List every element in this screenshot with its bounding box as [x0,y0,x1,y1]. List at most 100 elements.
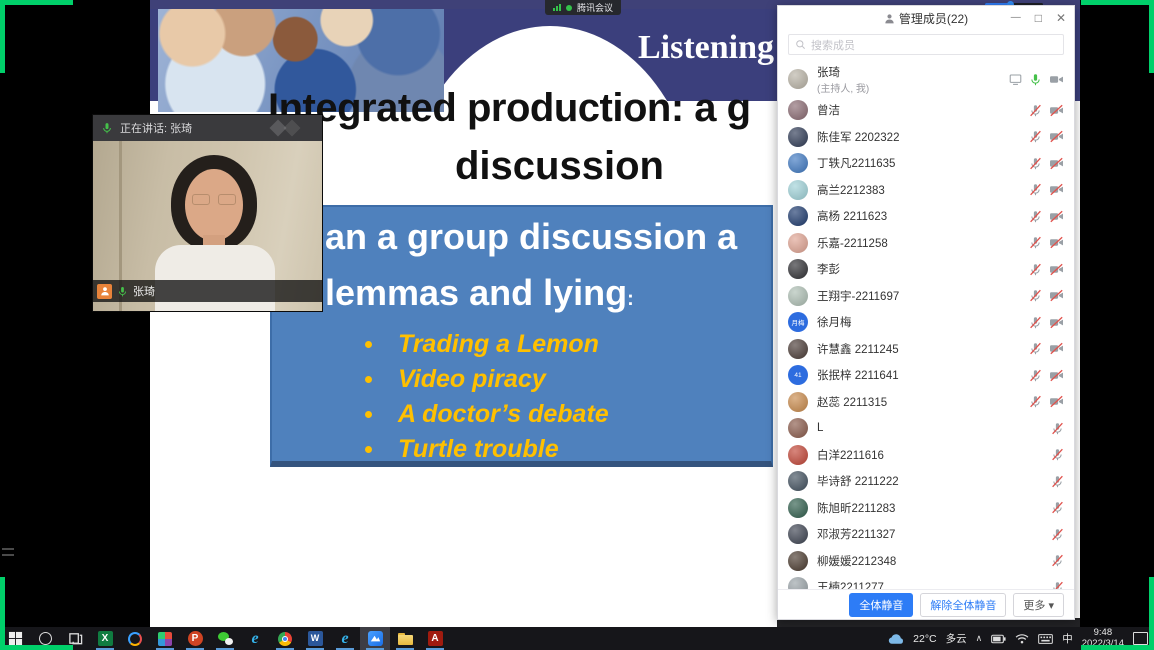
taskbar-word-icon[interactable]: W [300,627,330,650]
member-row[interactable]: 王翔宇-2211697 [778,283,1074,310]
mic-muted-icon[interactable] [1029,183,1042,196]
video-window-header[interactable]: 正在讲话: 张琦 [93,115,322,141]
unmute-all-button[interactable]: 解除全体静音 [920,593,1006,617]
mic-muted-icon[interactable] [1029,236,1042,249]
touch-keyboard-icon[interactable] [1038,634,1053,644]
member-name: 乐嘉-2211258 [817,235,1029,251]
bullet-dot [365,341,372,348]
member-row[interactable]: 曾洁 [778,97,1074,124]
member-name: L [817,422,1051,434]
avatar [788,524,808,544]
member-row[interactable]: 陈佳军 2202322 [778,124,1074,151]
camera-muted-icon[interactable] [1049,316,1064,329]
battery-icon[interactable] [991,634,1006,644]
member-row[interactable]: 邓淑芳2211327 [778,521,1074,548]
member-row[interactable]: 毕诗舒 2211222 [778,468,1074,495]
mic-muted-icon[interactable] [1029,104,1042,117]
panel-titlebar[interactable]: 管理成员(22) — □ ✕ [778,6,1074,30]
wifi-icon[interactable] [1015,633,1029,644]
camera-on-icon[interactable] [1049,73,1064,86]
bullet-text: Trading a Lemon [398,330,599,359]
member-row[interactable]: 李彭 [778,256,1074,283]
camera-muted-icon[interactable] [1049,342,1064,355]
taskbar-photos-icon[interactable] [150,627,180,650]
mic-muted-icon[interactable] [1029,130,1042,143]
action-center-icon[interactable] [1133,632,1148,645]
taskbar-ie-2-icon[interactable]: e [330,627,360,650]
speaker-video-window[interactable]: 正在讲话: 张琦 张琦 [93,115,322,311]
mic-muted-icon[interactable] [1029,263,1042,276]
mic-muted-icon[interactable] [1029,369,1042,382]
weather-cloud-icon[interactable] [888,633,904,645]
member-row[interactable]: 柳媛媛2212348 [778,548,1074,575]
search-input[interactable]: 搜索成员 [788,34,1064,55]
tray-expand-icon[interactable]: ∧ [976,633,983,644]
member-row[interactable]: 41张抿梓 2211641 [778,362,1074,389]
members-icon [884,13,895,24]
mic-muted-icon[interactable] [1029,210,1042,223]
taskbar-tencent-meeting-icon[interactable] [360,627,390,650]
member-row[interactable]: 许慧鑫 2211245 [778,336,1074,363]
bullet-text: Turtle trouble [398,435,559,464]
mic-muted-icon[interactable] [1051,475,1064,488]
taskbar-powerpoint-icon[interactable]: P [180,627,210,650]
taskbar-wechat-icon[interactable] [210,627,240,650]
member-row[interactable]: 高杨 2211623 [778,203,1074,230]
member-row[interactable]: 张琦(主持人, 我) [778,61,1074,97]
mic-muted-icon[interactable] [1051,501,1064,514]
mic-muted-icon[interactable] [1029,395,1042,408]
mic-muted-icon[interactable] [1051,422,1064,435]
camera-muted-icon[interactable] [1049,210,1064,223]
member-row[interactable]: 高兰2212383 [778,177,1074,204]
camera-muted-icon[interactable] [1049,289,1064,302]
avatar [788,471,808,491]
camera-muted-icon[interactable] [1049,104,1064,117]
mic-muted-icon[interactable] [1029,316,1042,329]
meeting-status-pill[interactable]: 腾讯会议 [545,0,621,15]
camera-muted-icon[interactable] [1049,395,1064,408]
member-name: 丁轶凡2211635 [817,155,1029,171]
taskbar-adobe-pdf-icon[interactable]: A [420,627,450,650]
taskbar-ie-icon[interactable]: e [240,627,270,650]
close-button[interactable]: ✕ [1056,12,1066,24]
camera-muted-icon[interactable] [1049,183,1064,196]
avatar [788,69,808,89]
maximize-button[interactable]: □ [1035,12,1042,24]
member-row[interactable]: 赵蕊 2211315 [778,389,1074,416]
member-row[interactable]: 月梅徐月梅 [778,309,1074,336]
member-row[interactable]: 王楠2211277 [778,574,1074,589]
camera-muted-icon[interactable] [1049,263,1064,276]
mic-muted-icon[interactable] [1029,289,1042,302]
avatar [788,551,808,571]
member-row[interactable]: 丁轶凡2211635 [778,150,1074,177]
more-button[interactable]: 更多 ▾ [1013,593,1064,617]
member-row[interactable]: 陈旭昕2211283 [778,495,1074,522]
weather-desc[interactable]: 多云 [946,631,967,646]
camera-muted-icon[interactable] [1049,369,1064,382]
taskbar-qq-browser-icon[interactable] [120,627,150,650]
member-role: (主持人, 我) [817,80,1009,95]
weather-temp[interactable]: 22°C [913,633,936,645]
mic-muted-icon[interactable] [1051,554,1064,567]
ime-indicator[interactable]: 中 [1062,631,1073,646]
taskbar-chrome-icon[interactable] [270,627,300,650]
mic-muted-icon[interactable] [1051,581,1064,589]
camera-muted-icon[interactable] [1049,157,1064,170]
member-row[interactable]: 白洋2211616 [778,442,1074,469]
member-row[interactable]: 乐嘉-2211258 [778,230,1074,257]
minimize-button[interactable]: — [1011,13,1021,23]
mic-muted-icon[interactable] [1029,342,1042,355]
taskbar-file-explorer-icon[interactable] [390,627,420,650]
taskbar-excel-icon[interactable]: X [90,627,120,650]
camera-muted-icon[interactable] [1049,236,1064,249]
member-row[interactable]: L [778,415,1074,442]
mic-muted-icon[interactable] [1051,448,1064,461]
bullet-text: Video piracy [398,365,546,394]
screen-icon[interactable] [1009,73,1022,86]
mute-all-button[interactable]: 全体静音 [849,593,913,617]
mic-muted-icon[interactable] [1051,528,1064,541]
mic-muted-icon[interactable] [1029,157,1042,170]
mic-live-icon[interactable] [1029,73,1042,86]
meeting-pill-label: 腾讯会议 [577,1,613,14]
camera-muted-icon[interactable] [1049,130,1064,143]
